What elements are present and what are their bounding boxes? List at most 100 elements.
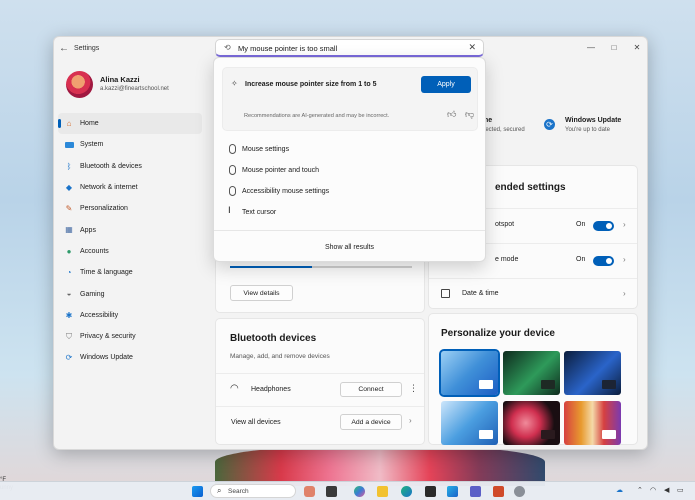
sidebar-item-time-language[interactable]: ◔ Time & language — [58, 262, 202, 283]
sidebar-item-accessibility[interactable]: ✱ Accessibility — [58, 305, 202, 326]
settings-search-box[interactable]: ⟲ My mouse pointer is too small ✕ — [215, 39, 484, 57]
accounts-icon: ● — [66, 246, 72, 256]
thumbs-down-icon[interactable]: 👎︎ — [465, 109, 474, 120]
gamepad-icon: ◒ — [66, 289, 72, 299]
sidebar-item-privacy[interactable]: ⛉ Privacy & security — [58, 326, 202, 347]
headphones-icon: ◠ — [230, 383, 239, 394]
sidebar-item-windows-update[interactable]: ⟳ Windows Update — [58, 347, 202, 368]
globe-clock-icon: ◔ — [66, 268, 72, 278]
minimize-button[interactable]: — — [584, 43, 598, 52]
close-button[interactable]: ✕ — [630, 43, 644, 52]
widgets-icon[interactable] — [304, 486, 315, 497]
sidebar-item-label: Network & internet — [80, 184, 138, 192]
hotspot-toggle[interactable] — [593, 221, 614, 231]
thumbs-up-icon[interactable]: 👍︎ — [447, 109, 456, 120]
sidebar-item-accounts[interactable]: ● Accounts — [58, 241, 202, 262]
storage-bar — [230, 266, 412, 268]
sidebar-item-label: Time & language — [80, 269, 133, 277]
wifi-icon[interactable]: ◠ — [650, 486, 656, 494]
sidebar-item-apps[interactable]: ▦ Apps — [58, 219, 202, 240]
mouse-icon — [229, 144, 236, 154]
avatar — [66, 71, 93, 98]
settings-app-icon[interactable] — [514, 486, 525, 497]
update-icon: ⟳ — [65, 353, 73, 363]
bluetooth-title: Bluetooth devices — [230, 333, 317, 344]
theme-preview-window — [602, 430, 616, 439]
chevron-right-icon: › — [409, 416, 412, 425]
maximize-button[interactable]: □ — [607, 43, 621, 52]
device-name: Headphones — [251, 386, 291, 393]
shield-icon: ⛉ — [66, 331, 72, 341]
result-mouse-pointer-touch[interactable]: Mouse pointer and touch — [224, 161, 474, 179]
result-accessibility-mouse[interactable]: Accessibility mouse settings — [224, 182, 474, 200]
sidebar-item-label: Windows Update — [80, 354, 133, 362]
theme-thumbnail-3[interactable] — [564, 351, 621, 395]
theme-thumbnail-5[interactable] — [503, 401, 560, 445]
theme-thumbnail-2[interactable] — [503, 351, 560, 395]
profile-email: a.kazzi@fineartschool.net — [100, 86, 169, 92]
apply-button[interactable]: Apply — [421, 76, 471, 93]
wallpaper-flower — [215, 446, 545, 486]
add-device-button[interactable]: Add a device — [340, 414, 402, 430]
photos-icon[interactable] — [447, 486, 458, 497]
mode-toggle[interactable] — [593, 256, 614, 266]
taskbar: ⌕ Search ☁ ⌃ ◠ ◀ ▭ — [0, 481, 695, 500]
storage-bar-fill — [230, 266, 312, 268]
copilot-icon[interactable] — [354, 486, 365, 497]
theme-preview-window — [541, 430, 555, 439]
theme-thumbnail-4[interactable] — [441, 401, 498, 445]
personalize-title: Personalize your device — [441, 328, 555, 339]
sidebar-item-home[interactable]: ⌂ Home — [58, 113, 202, 135]
taskbar-search-label: Search — [228, 488, 249, 495]
result-label: Accessibility mouse settings — [242, 187, 330, 195]
sidebar-item-label: Personalization — [80, 205, 128, 213]
system-icon — [64, 140, 74, 150]
view-details-button[interactable]: View details — [230, 285, 293, 301]
taskbar-search[interactable]: ⌕ Search — [210, 484, 296, 498]
theme-thumbnail-6[interactable] — [564, 401, 621, 445]
result-text-cursor[interactable]: Ⅰ Text cursor — [224, 203, 474, 221]
ai-suggestion-card: ✧ Increase mouse pointer size from 1 to … — [222, 67, 478, 131]
clear-search-icon[interactable]: ✕ — [468, 42, 476, 53]
profile-name: Alina Kazzi — [100, 75, 140, 84]
copilot-search-icon: ⟲ — [224, 43, 231, 52]
store-icon[interactable] — [425, 486, 436, 497]
back-arrow-icon[interactable]: ← — [59, 43, 69, 54]
edge-icon[interactable] — [401, 486, 412, 497]
show-all-results-link[interactable]: Show all results — [214, 244, 485, 251]
toggle-state: On — [576, 256, 586, 263]
bluetooth-icon: ᛒ — [66, 161, 72, 171]
sidebar-item-label: Accounts — [80, 247, 109, 255]
text-cursor-icon: Ⅰ — [228, 205, 231, 215]
sidebar-item-network[interactable]: ◆ Network & internet — [58, 177, 202, 198]
sidebar-item-gaming[interactable]: ◒ Gaming — [58, 283, 202, 304]
theme-thumbnail-1[interactable] — [439, 349, 500, 397]
network-status[interactable]: me nected, secured — [482, 117, 525, 133]
view-all-devices-link[interactable]: View all devices — [231, 419, 281, 426]
connect-button[interactable]: Connect — [340, 382, 402, 397]
chevron-up-icon[interactable]: ⌃ — [637, 486, 643, 494]
calendar-icon — [441, 289, 450, 298]
more-options-icon[interactable]: ⋮ — [409, 383, 418, 394]
bluetooth-subtitle: Manage, add, and remove devices — [230, 353, 330, 360]
volume-icon[interactable]: ◀ — [664, 486, 669, 494]
battery-icon[interactable]: ▭ — [677, 486, 684, 494]
divider — [216, 406, 424, 407]
task-view-icon[interactable] — [326, 486, 337, 497]
sidebar-item-system[interactable]: System — [58, 134, 202, 155]
result-mouse-settings[interactable]: Mouse settings — [224, 140, 474, 158]
teams-icon[interactable] — [470, 486, 481, 497]
outlook-icon[interactable] — [493, 486, 504, 497]
mouse-icon — [229, 165, 236, 175]
sidebar-item-bluetooth[interactable]: ᛒ Bluetooth & devices — [58, 156, 202, 177]
cloud-icon[interactable]: ☁ — [616, 486, 623, 494]
start-icon[interactable] — [192, 486, 203, 497]
mouse-icon — [229, 186, 236, 196]
theme-preview-window — [541, 380, 555, 389]
recommended-row-date-time[interactable]: Date & time › — [429, 279, 637, 309]
file-explorer-icon[interactable] — [377, 486, 388, 497]
wifi-icon: ◆ — [65, 182, 73, 192]
sidebar-item-personalization[interactable]: ✎ Personalization — [58, 198, 202, 219]
search-input[interactable]: My mouse pointer is too small — [238, 44, 337, 53]
theme-preview-window — [602, 380, 616, 389]
